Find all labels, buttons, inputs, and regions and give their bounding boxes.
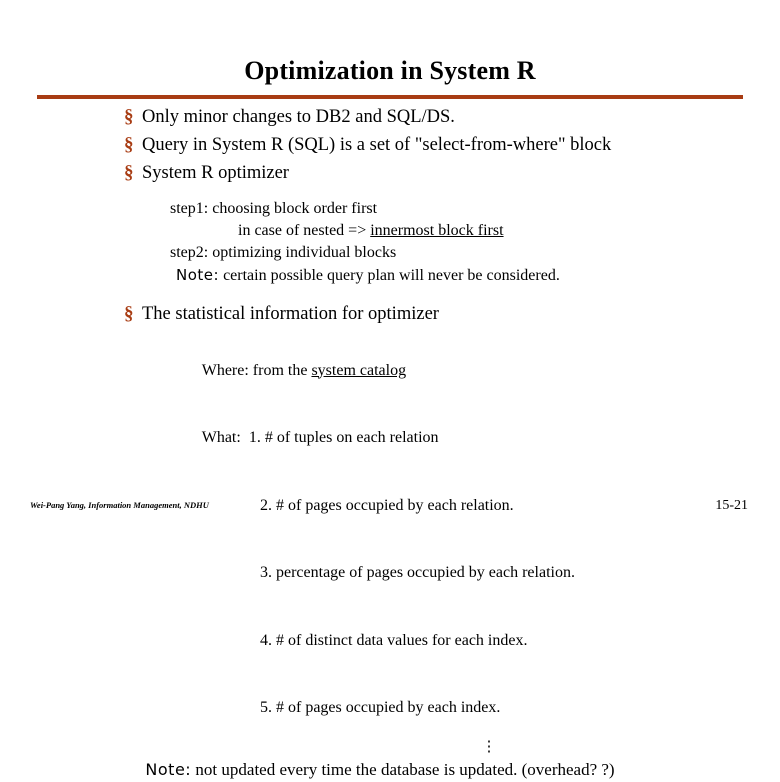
list-item: § Query in System R (SQL) is a set of "s…	[124, 132, 780, 158]
bullet-icon: §	[124, 106, 134, 127]
bullet-label: Only minor changes to DB2 and SQL/DS.	[142, 107, 455, 127]
stats-item-1-text: 1. # of tuples on each relation	[248, 429, 439, 446]
final-note: Note: not updated every time the databas…	[0, 758, 760, 782]
bullet-label: Query in System R (SQL) is a set of "sel…	[142, 135, 612, 155]
stats-item-row: 2. # of pages occupied by each relation.	[170, 472, 780, 540]
page-number: 15-21	[715, 498, 748, 513]
stats-where-row: Where: from the system catalog	[170, 337, 780, 405]
slide: Optimization in System R § Only minor ch…	[0, 0, 780, 779]
innermost-block-first-emphasis: innermost block first	[370, 222, 504, 239]
optimizer-step2: step2: optimizing individual blocks	[170, 244, 397, 261]
stats-what-row: What: 1. # of tuples on each relation	[170, 405, 780, 473]
stats-item-row: 3. percentage of pages occupied by each …	[170, 540, 780, 608]
stats-where-prefix: from the	[248, 361, 312, 379]
optimizer-step1: step1: choosing block order first	[170, 200, 378, 217]
stats-what-label: What:	[201, 429, 241, 446]
bullet-label: The statistical information for optimize…	[142, 304, 439, 324]
page-title: Optimization in System R	[244, 56, 536, 85]
optimizer-note: Note: certain possible query plan will n…	[176, 264, 780, 287]
stats-item-1	[241, 429, 249, 446]
footer-attribution: Wei-Pang Yang, Information Management, N…	[30, 500, 209, 510]
title-divider	[37, 95, 743, 99]
stats-item-4-text: 4. # of distinct data values for each in…	[260, 631, 528, 649]
statistics-list: Where: from the system catalog What: 1. …	[170, 337, 780, 755]
stats-item-5-text: 5. # of pages occupied by each index.	[260, 699, 501, 716]
stats-item-2-text: 2. # of pages occupied by each relation.	[260, 496, 514, 514]
note-label: Note:	[145, 760, 192, 779]
optimizer-step1-detail: in case of nested => innermost block fir…	[238, 220, 780, 242]
note-text: not updated every time the database is u…	[191, 760, 615, 779]
note-text: certain possible query plan will never b…	[219, 267, 560, 284]
slide-body: § Only minor changes to DB2 and SQL/DS. …	[0, 104, 780, 782]
vertical-ellipsis: ⋮	[481, 739, 499, 755]
note-label: Note:	[176, 266, 220, 284]
bullet-icon: §	[124, 162, 134, 183]
stats-item-row: 5. # of pages occupied by each index.	[170, 675, 780, 743]
bullet-icon: §	[124, 303, 134, 324]
system-catalog-emphasis: system catalog	[311, 361, 407, 379]
stats-item-row: 4. # of distinct data values for each in…	[170, 607, 780, 675]
list-item: § Only minor changes to DB2 and SQL/DS.	[124, 104, 780, 130]
stats-item-3-text: 3. percentage of pages occupied by each …	[260, 564, 575, 581]
bullet-icon: §	[124, 134, 134, 155]
list-item: § System R optimizer	[124, 160, 780, 186]
list-item: § The statistical information for optimi…	[124, 301, 780, 327]
bullet-label: System R optimizer	[142, 163, 289, 183]
stats-where-label: Where:	[201, 361, 249, 379]
nested-case-prefix: in case of nested =>	[238, 222, 371, 239]
